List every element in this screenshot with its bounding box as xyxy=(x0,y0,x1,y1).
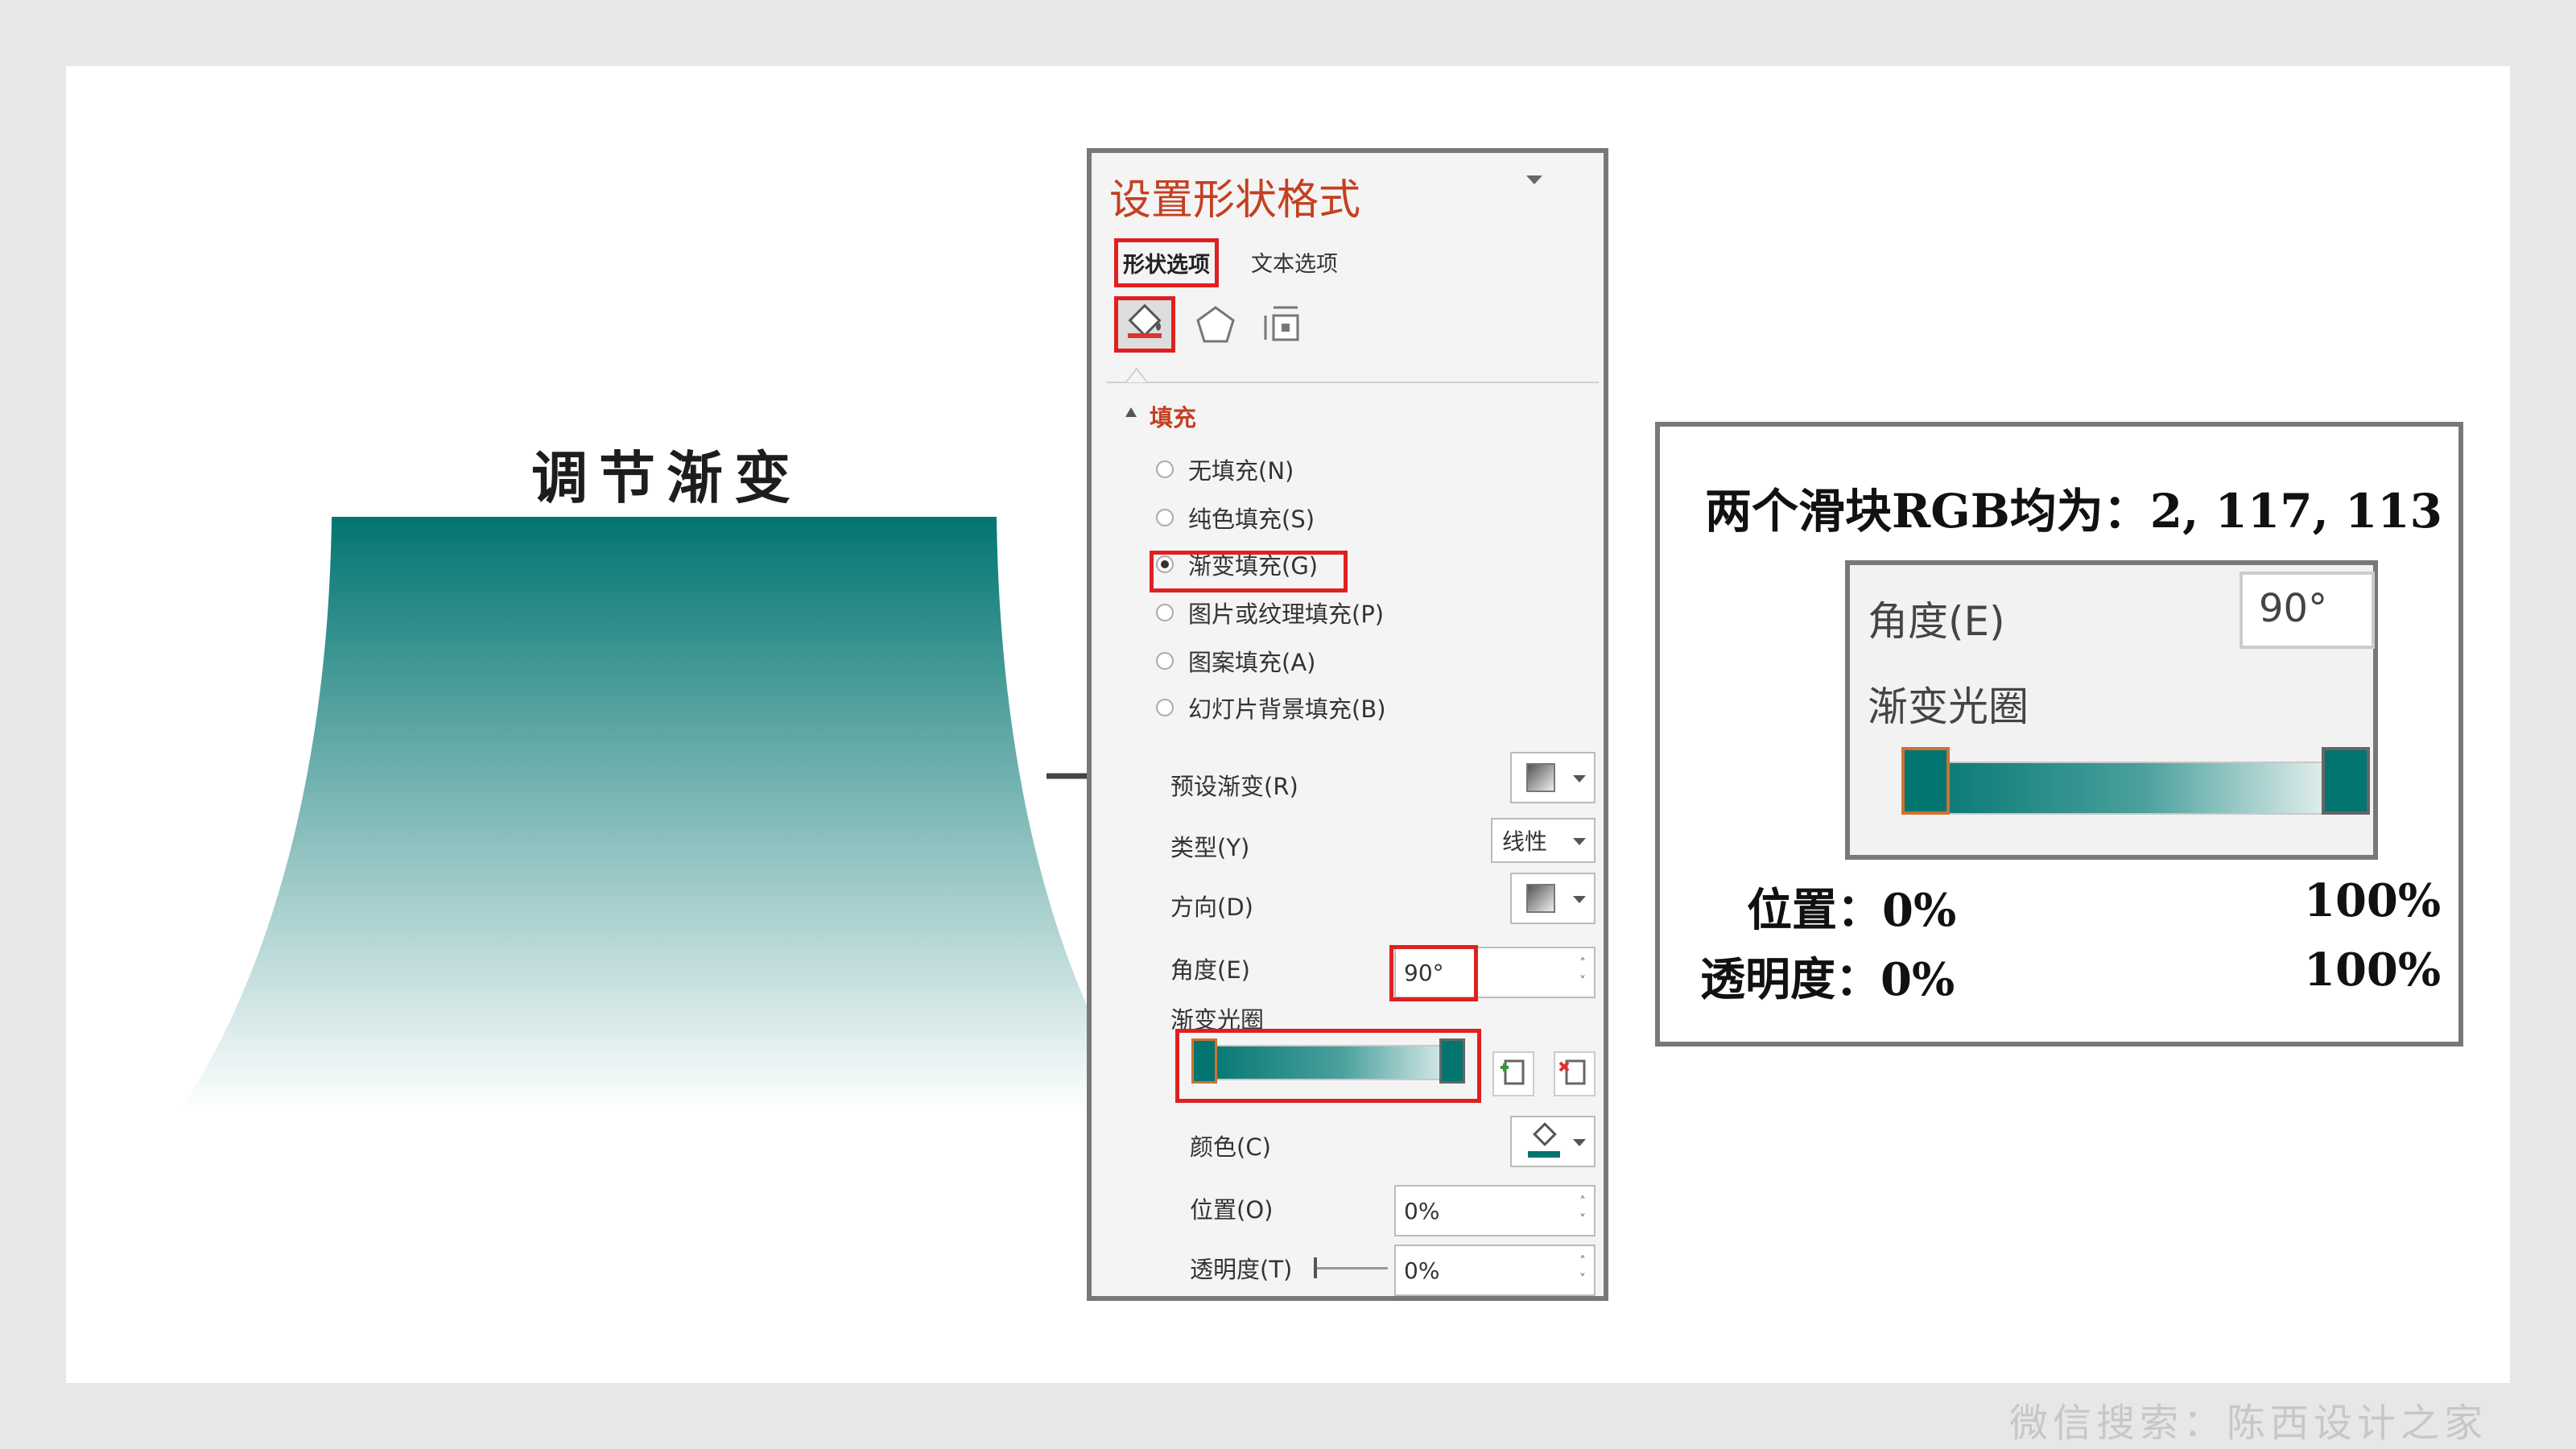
expand-triangle-icon[interactable] xyxy=(1125,407,1137,417)
highlight-gradient-fill xyxy=(1150,551,1348,592)
position-label: 位置(O) xyxy=(1190,1196,1274,1224)
angle-label: 角度(E) xyxy=(1170,956,1250,984)
annotation-box: 两个滑块RGB均为：2, 117, 113 角度(E) 90° 渐变光圈 位置：… xyxy=(1655,422,2463,1046)
transparency-right-text: 100% xyxy=(2304,943,2442,997)
radio-no-fill[interactable]: 无填充(N) xyxy=(1156,452,1294,486)
inset-angle-label: 角度(E) xyxy=(1868,598,2005,645)
gradient-shape xyxy=(179,517,1145,1113)
type-dropdown[interactable]: 线性 xyxy=(1491,818,1596,863)
position-left-text: 位置：0% xyxy=(1747,884,1957,937)
inset-stop-left xyxy=(1901,747,1950,815)
tab-pointer xyxy=(1125,367,1148,383)
inset-gradient-bar xyxy=(1913,762,2331,815)
pentagon-icon[interactable] xyxy=(1193,303,1238,348)
tab-shape-options[interactable]: 形状选项 xyxy=(1114,238,1219,287)
color-label: 颜色(C) xyxy=(1190,1133,1271,1161)
type-label: 类型(Y) xyxy=(1170,834,1250,861)
color-dropdown[interactable] xyxy=(1510,1116,1596,1167)
transparency-input[interactable]: 0% ˄ ˅ xyxy=(1394,1245,1596,1296)
radio-pattern-fill[interactable]: 图案填充(A) xyxy=(1156,644,1315,678)
slide-title: 调节渐变 xyxy=(531,444,802,511)
fill-section-header[interactable]: 填充 xyxy=(1150,399,1196,433)
annotation-heading: 两个滑块RGB均为：2, 117, 113 xyxy=(1705,484,2443,539)
size-layout-icon[interactable] xyxy=(1262,303,1307,348)
highlight-angle xyxy=(1389,945,1478,1001)
zoomed-gradient-settings: 角度(E) 90° 渐变光圈 xyxy=(1845,560,2378,860)
divider xyxy=(1106,382,1599,383)
direction-dropdown[interactable] xyxy=(1510,873,1596,924)
inset-gradient-label: 渐变光圈 xyxy=(1868,683,2029,730)
paint-bucket-icon xyxy=(1528,1122,1560,1158)
fill-line-tab[interactable] xyxy=(1114,296,1175,353)
transparency-label: 透明度(T) xyxy=(1190,1256,1293,1283)
preset-gradient-label: 预设渐变(R) xyxy=(1170,773,1298,800)
preset-gradient-dropdown[interactable] xyxy=(1510,752,1596,803)
inset-stop-right xyxy=(2322,747,2370,815)
radio-slide-bg-fill[interactable]: 幻灯片背景填充(B) xyxy=(1156,691,1386,724)
position-right-text: 100% xyxy=(2304,874,2442,927)
add-stop-button[interactable] xyxy=(1492,1051,1534,1096)
add-stop-icon xyxy=(1501,1059,1525,1085)
format-shape-panel: 设置形状格式 形状选项 文本选项 填充 无填充(N) 纯色填充(S) 渐变填充(… xyxy=(1087,148,1608,1301)
chevron-down-icon[interactable] xyxy=(1526,175,1542,184)
transparency-slider[interactable] xyxy=(1315,1267,1388,1269)
inset-angle-value: 90° xyxy=(2240,572,2375,649)
remove-stop-button[interactable] xyxy=(1554,1051,1596,1096)
highlight-gradient-bar xyxy=(1175,1029,1481,1103)
watermark: 微信搜索：陈西设计之家 xyxy=(2009,1401,2488,1446)
fill-bucket-icon xyxy=(1128,303,1162,338)
transparency-slider-handle[interactable] xyxy=(1314,1257,1317,1278)
position-input[interactable]: 0% ˄ ˅ xyxy=(1394,1185,1596,1236)
radio-solid-fill[interactable]: 纯色填充(S) xyxy=(1156,501,1315,535)
panel-title: 设置形状格式 xyxy=(1109,176,1361,225)
transparency-left-text: 透明度：0% xyxy=(1700,953,1955,1006)
radio-picture-fill[interactable]: 图片或纹理填充(P) xyxy=(1156,596,1384,630)
tab-text-options[interactable]: 文本选项 xyxy=(1251,246,1338,278)
direction-label: 方向(D) xyxy=(1170,894,1253,921)
remove-stop-icon xyxy=(1558,1059,1586,1085)
